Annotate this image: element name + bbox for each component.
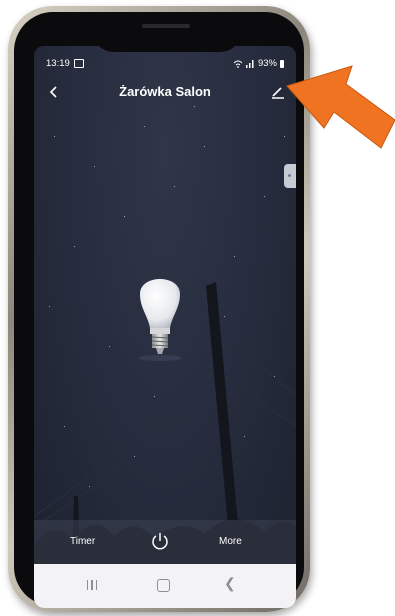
speaker-grille bbox=[142, 24, 190, 28]
notch bbox=[92, 16, 242, 52]
annotation-arrow-icon bbox=[286, 65, 395, 149]
